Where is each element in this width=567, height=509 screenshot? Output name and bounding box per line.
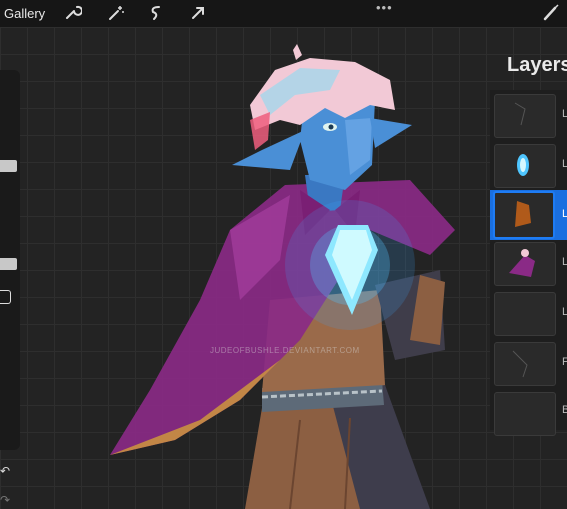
layer-thumbnail[interactable]: [494, 342, 556, 386]
layer-thumbnail[interactable]: [494, 392, 556, 436]
gallery-button[interactable]: Gallery: [4, 6, 45, 21]
layer-name: L: [562, 108, 567, 120]
artwork: [110, 44, 455, 509]
top-toolbar: Gallery •••: [0, 0, 567, 27]
brush-icon[interactable]: [541, 3, 561, 23]
layer-name: L: [562, 208, 567, 220]
layer-name: B: [562, 404, 567, 416]
layer-name: L: [562, 158, 567, 170]
layer-name: L: [562, 256, 567, 268]
watermark-text: JUDEOFBUSHLE.DEVIANTART.COM: [210, 346, 360, 355]
undo-button[interactable]: ↶: [0, 464, 10, 478]
layers-panel-title: Layers: [507, 54, 567, 76]
layer-thumbnail[interactable]: [494, 94, 556, 138]
brush-size-slider[interactable]: [0, 160, 17, 172]
layer-thumbnail[interactable]: [494, 144, 556, 188]
more-options-icon[interactable]: •••: [376, 0, 393, 15]
ear-right: [370, 118, 412, 148]
modify-button[interactable]: [0, 290, 11, 304]
transform-arrow-icon[interactable]: [188, 3, 208, 23]
layer-thumbnail[interactable]: [494, 242, 556, 286]
wrench-icon[interactable]: [62, 3, 82, 23]
opacity-slider[interactable]: [0, 258, 17, 270]
layer-name: L: [562, 306, 567, 318]
selection-icon[interactable]: [146, 3, 166, 23]
layer-thumbnail-active[interactable]: [493, 191, 555, 239]
ear-left: [232, 130, 305, 170]
left-sidebar: ↶ ↷: [0, 70, 20, 507]
layer-name: F: [562, 356, 567, 368]
magic-wand-icon[interactable]: [106, 3, 126, 23]
layer-thumbnail[interactable]: [494, 292, 556, 336]
redo-button[interactable]: ↷: [0, 493, 10, 507]
layers-panel: L L L L L F B: [490, 90, 567, 436]
